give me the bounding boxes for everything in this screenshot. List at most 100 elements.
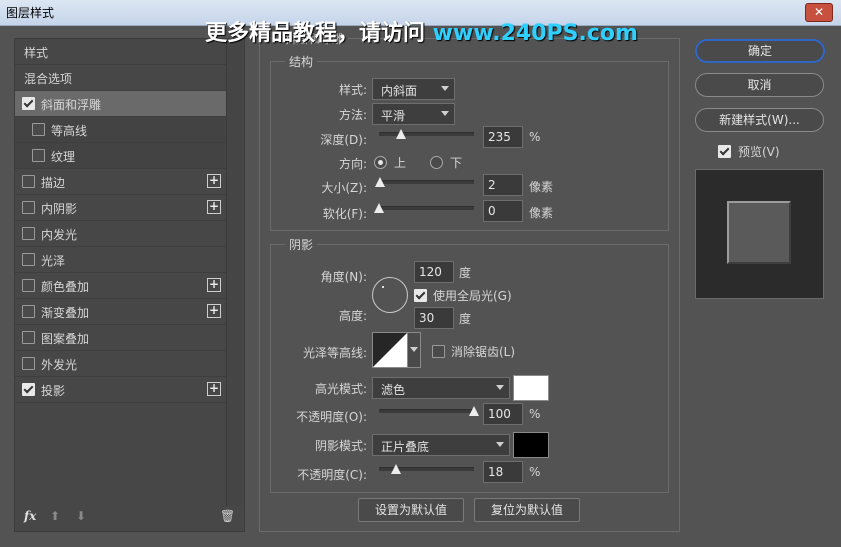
style-item-checkbox[interactable]: [22, 227, 35, 240]
preview-thumbnail: [695, 169, 824, 299]
size-slider-handle[interactable]: [375, 177, 385, 187]
style-item-checkbox[interactable]: [22, 305, 35, 318]
style-item-checkbox[interactable]: [32, 123, 45, 136]
style-item-checkbox[interactable]: [22, 253, 35, 266]
style-item[interactable]: 投影 +: [15, 377, 227, 403]
soften-slider-handle[interactable]: [374, 203, 384, 213]
cancel-button[interactable]: 取消: [695, 73, 824, 97]
style-item[interactable]: 光泽: [15, 247, 227, 273]
style-item-checkbox[interactable]: [22, 175, 35, 188]
new-style-button[interactable]: 新建样式(W)...: [695, 108, 824, 132]
style-item[interactable]: 外发光: [15, 351, 227, 377]
direction-up-radio[interactable]: [374, 156, 387, 169]
move-up-icon[interactable]: ⬆: [50, 509, 60, 523]
window-title: 图层样式: [6, 6, 55, 20]
style-item[interactable]: 描边 +: [15, 169, 227, 195]
reset-default-button[interactable]: 复位为默认值: [474, 498, 580, 522]
shadow-mode-select[interactable]: 正片叠底: [372, 434, 510, 456]
direction-up-label: 上: [394, 156, 407, 170]
soften-slider[interactable]: [374, 203, 474, 213]
style-item[interactable]: 内发光: [15, 221, 227, 247]
depth-slider-handle[interactable]: [396, 129, 406, 139]
method-select[interactable]: 平滑: [372, 103, 455, 125]
style-item[interactable]: 等高线: [15, 117, 227, 143]
move-down-icon[interactable]: ⬇: [76, 509, 86, 523]
style-item[interactable]: 内阴影 +: [15, 195, 227, 221]
style-item-checkbox[interactable]: [22, 383, 35, 396]
preview-checkbox[interactable]: [718, 145, 731, 158]
angle-unit: 度: [459, 266, 472, 280]
highlight-opacity-slider[interactable]: [379, 406, 479, 416]
add-effect-icon[interactable]: +: [207, 200, 221, 214]
angle-input[interactable]: 120: [414, 261, 454, 283]
chevron-down-icon: [496, 442, 504, 447]
method-value: 平滑: [381, 109, 406, 123]
style-item-checkbox[interactable]: [22, 331, 35, 344]
style-item[interactable]: 纹理: [15, 143, 227, 169]
anti-alias-checkbox[interactable]: [432, 345, 445, 358]
ok-button[interactable]: 确定: [695, 39, 825, 63]
style-item-checkbox[interactable]: [32, 149, 45, 162]
altitude-input[interactable]: 30: [414, 307, 454, 329]
style-item[interactable]: 颜色叠加 +: [15, 273, 227, 299]
highlight-opacity-handle[interactable]: [469, 406, 479, 416]
gloss-contour-picker[interactable]: [372, 332, 408, 368]
style-item-checkbox[interactable]: [22, 279, 35, 292]
size-input[interactable]: 2: [483, 174, 523, 196]
add-effect-icon[interactable]: +: [207, 174, 221, 188]
altitude-label: 高度:: [338, 309, 367, 323]
global-light-checkbox[interactable]: [414, 289, 427, 302]
style-item-label: 描边: [41, 176, 66, 190]
watermark: 更多精品教程，请访问 www.240PS.com: [205, 15, 638, 47]
angle-dial[interactable]: [372, 277, 408, 313]
shadow-color-swatch[interactable]: [513, 432, 549, 458]
blend-options-item[interactable]: 混合选项: [15, 65, 227, 91]
structure-title: 结构: [285, 53, 318, 70]
fx-icon[interactable]: fx: [24, 509, 36, 523]
shadow-opacity-slider[interactable]: [379, 464, 474, 474]
depth-input[interactable]: 235: [483, 126, 523, 148]
shadow-mode-label: 阴影模式:: [314, 439, 367, 453]
structure-group: 结构 样式: 内斜面 方法: 平滑 深度(D): 235 % 方向: 上 下 大…: [270, 53, 669, 231]
style-item-checkbox[interactable]: [22, 201, 35, 214]
add-effect-icon[interactable]: +: [207, 382, 221, 396]
styles-scrollbar[interactable]: [226, 38, 242, 506]
method-label: 方法:: [338, 108, 367, 122]
depth-slider[interactable]: [379, 129, 474, 139]
chevron-down-icon: [441, 86, 449, 91]
style-item[interactable]: 渐变叠加 +: [15, 299, 227, 325]
style-item[interactable]: 斜面和浮雕: [15, 91, 227, 117]
style-item-checkbox[interactable]: [22, 97, 35, 110]
close-button[interactable]: ✕: [805, 3, 833, 22]
size-slider[interactable]: [375, 177, 474, 187]
style-item-checkbox[interactable]: [22, 357, 35, 370]
shadow-opacity-unit: %: [529, 465, 541, 479]
shadow-opacity-handle[interactable]: [391, 464, 401, 474]
style-item-label: 纹理: [51, 150, 76, 164]
styles-header[interactable]: 样式: [15, 39, 227, 65]
direction-label: 方向:: [338, 157, 367, 171]
highlight-mode-select[interactable]: 滤色: [372, 377, 510, 399]
add-effect-icon[interactable]: +: [207, 278, 221, 292]
styles-header-label: 样式: [24, 46, 49, 60]
depth-unit: %: [529, 130, 541, 144]
direction-down-radio[interactable]: [430, 156, 443, 169]
anti-alias-label: 消除锯齿(L): [451, 345, 516, 359]
highlight-color-swatch[interactable]: [513, 375, 549, 401]
delete-icon[interactable]: 🗑: [220, 509, 235, 523]
shadow-opacity-label: 不透明度(C):: [297, 468, 367, 482]
gloss-contour-dropdown[interactable]: [407, 332, 421, 368]
depth-value: 235: [488, 130, 511, 144]
style-item[interactable]: 图案叠加: [15, 325, 227, 351]
highlight-opacity-input[interactable]: 100: [483, 403, 523, 425]
shadow-opacity-input[interactable]: 18: [483, 461, 523, 483]
set-default-button[interactable]: 设置为默认值: [358, 498, 464, 522]
styles-footer: fx ⬆ ⬇ 🗑: [14, 505, 243, 531]
soften-input[interactable]: 0: [483, 200, 523, 222]
highlight-opacity-unit: %: [529, 407, 541, 421]
style-select[interactable]: 内斜面: [372, 78, 455, 100]
altitude-value: 30: [419, 311, 435, 325]
size-label: 大小(Z):: [321, 181, 367, 195]
highlight-opacity-label: 不透明度(O):: [296, 410, 367, 424]
add-effect-icon[interactable]: +: [207, 304, 221, 318]
